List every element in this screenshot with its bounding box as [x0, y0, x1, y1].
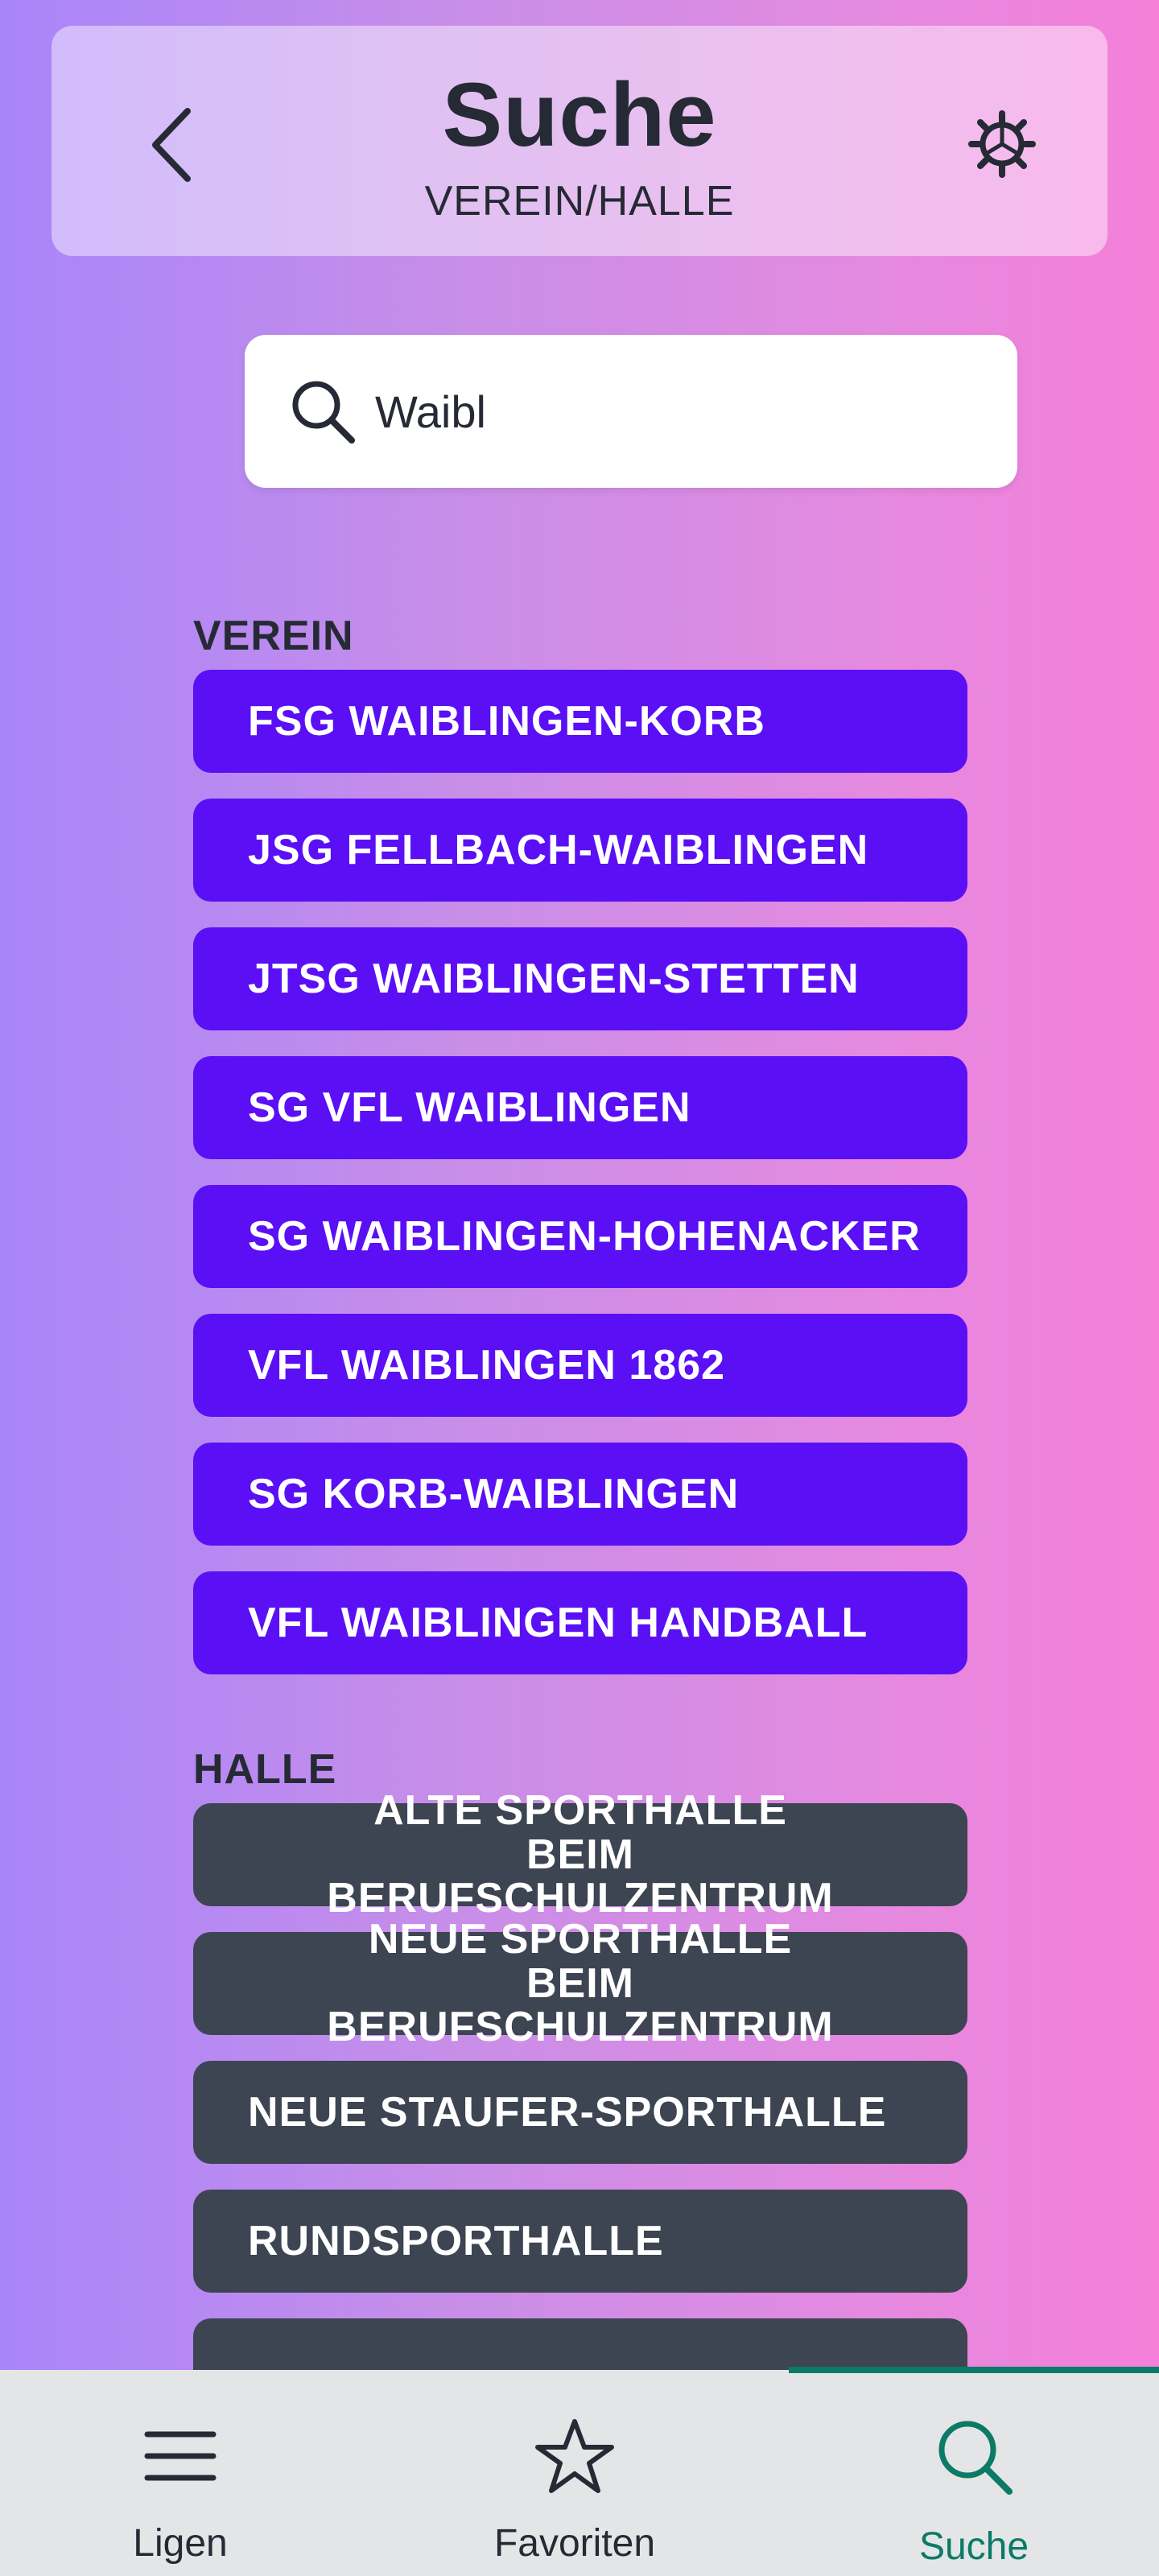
nav-label: Favoriten [493, 2522, 656, 2565]
halle-item[interactable]: NEUE STAUFER-SPORTHALLE [193, 2061, 967, 2164]
halle-item[interactable]: RUNDSPORTHALLE [193, 2190, 967, 2293]
star-icon [454, 2412, 695, 2500]
verein-section-label: VEREIN [193, 613, 354, 659]
verein-list: FSG WAIBLINGEN-KORB JSG FELLBACH-WAIBLIN… [193, 670, 967, 1700]
search-icon [853, 2412, 1095, 2500]
verein-item[interactable]: JTSG WAIBLINGEN-STETTEN [193, 927, 967, 1030]
verein-item[interactable]: SG VFL WAIBLINGEN [193, 1056, 967, 1159]
nav-label: Suche [918, 2525, 1029, 2568]
nav-favoriten[interactable]: Favoriten [454, 2370, 695, 2576]
settings-button[interactable] [964, 106, 1040, 182]
search-input[interactable] [375, 385, 987, 438]
verein-item[interactable]: FSG WAIBLINGEN-KORB [193, 670, 967, 773]
search-icon [287, 375, 359, 448]
halle-section-label: HALLE [193, 1746, 337, 1793]
menu-icon [60, 2412, 301, 2500]
gear-icon [968, 110, 1036, 178]
verein-item[interactable]: VFL WAIBLINGEN HANDBALL [193, 1571, 967, 1674]
nav-suche[interactable]: Suche [853, 2370, 1095, 2576]
verein-item[interactable]: VFL WAIBLINGEN 1862 [193, 1314, 967, 1417]
nav-ligen[interactable]: Ligen [60, 2370, 301, 2576]
verein-item[interactable]: JSG FELLBACH-WAIBLINGEN [193, 799, 967, 902]
halle-item[interactable]: NEUE SPORTHALLE BEIM BERUFSCHULZENTRUM [193, 1918, 967, 2050]
halle-item[interactable]: ALTE SPORTHALLE BEIM BERUFSCHULZENTRUM [193, 1789, 967, 1921]
halle-list: ALTE SPORTHALLE BEIM BERUFSCHULZENTRUM N… [193, 1789, 967, 2447]
search-box[interactable] [245, 335, 1017, 488]
nav-label: Ligen [133, 2522, 228, 2565]
verein-item[interactable]: SG KORB-WAIBLINGEN [193, 1443, 967, 1546]
verein-item[interactable]: SG WAIBLINGEN-HOHENACKER [193, 1185, 967, 1288]
page-subtitle: VEREIN/HALLE [424, 178, 735, 225]
